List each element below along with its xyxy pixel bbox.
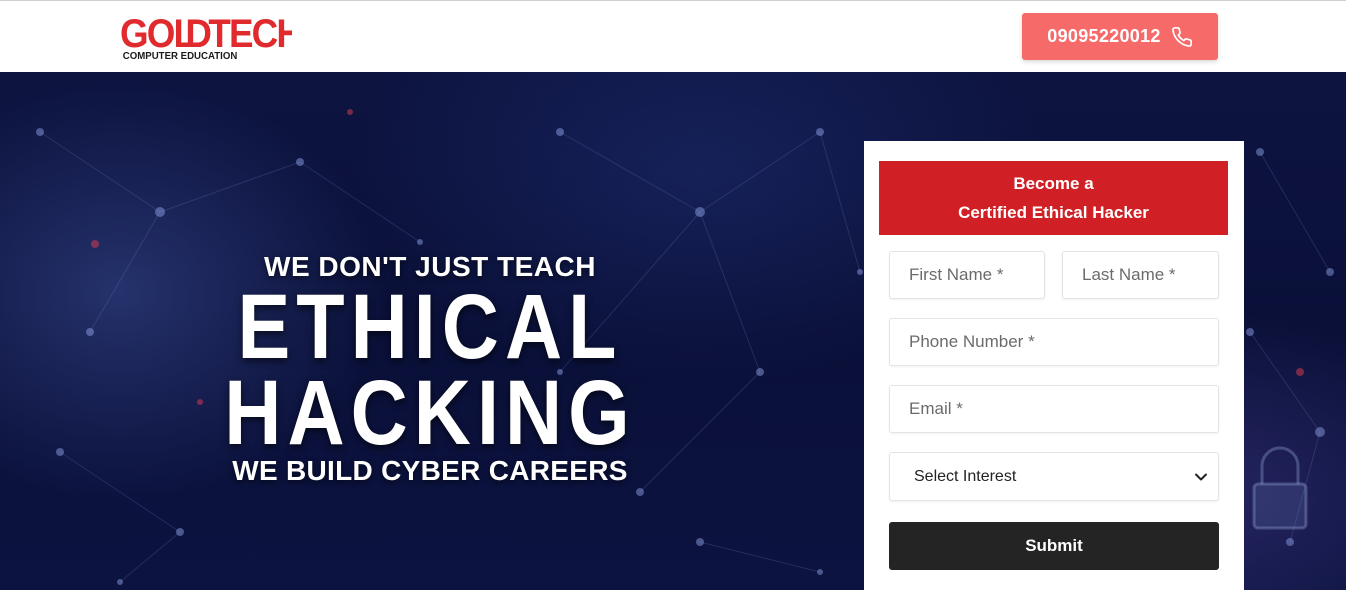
chevron-down-icon xyxy=(1195,473,1207,480)
last-name-field[interactable] xyxy=(1062,251,1219,299)
form-title-line-1: Become a xyxy=(1013,174,1094,193)
phone-number-field[interactable] xyxy=(889,318,1219,366)
logo-subtitle: COMPUTER EDUCATION xyxy=(123,51,238,62)
submit-button[interactable]: Submit xyxy=(889,522,1219,570)
enquiry-form: Become a Certified Ethical Hacker Select… xyxy=(864,141,1244,590)
logo-text-left: GOL xyxy=(120,12,196,57)
headline-line-3: HACKING xyxy=(224,362,636,464)
logo-graphic: GOL D TECH COMPUTER EDUCATION xyxy=(120,12,292,63)
form-title-line-2: Certified Ethical Hacker xyxy=(958,203,1149,222)
interest-select[interactable]: Select Interest xyxy=(889,452,1219,501)
form-title: Become a Certified Ethical Hacker xyxy=(879,161,1228,235)
first-name-field[interactable] xyxy=(889,251,1045,299)
padlock-icon xyxy=(1252,446,1308,530)
goldtech-logo[interactable]: GOL D TECH COMPUTER EDUCATION xyxy=(120,10,292,64)
call-phone-button[interactable]: 09095220012 xyxy=(1022,13,1218,60)
hero-banner: WE DON'T JUST TEACH ETHICAL HACKING WE B… xyxy=(0,72,1346,590)
email-field[interactable] xyxy=(889,385,1219,433)
hero-headline: WE DON'T JUST TEACH ETHICAL HACKING WE B… xyxy=(180,250,680,488)
interest-select-value: Select Interest xyxy=(914,467,1017,485)
logo-text-mid: D xyxy=(185,12,211,57)
top-header: GOL D TECH COMPUTER EDUCATION 0909522001… xyxy=(0,0,1346,72)
headline-line-2: ETHICAL xyxy=(237,276,623,378)
phone-number-label: 09095220012 xyxy=(1047,26,1161,46)
phone-icon xyxy=(1171,26,1192,47)
logo-text-right: TECH xyxy=(208,12,292,57)
